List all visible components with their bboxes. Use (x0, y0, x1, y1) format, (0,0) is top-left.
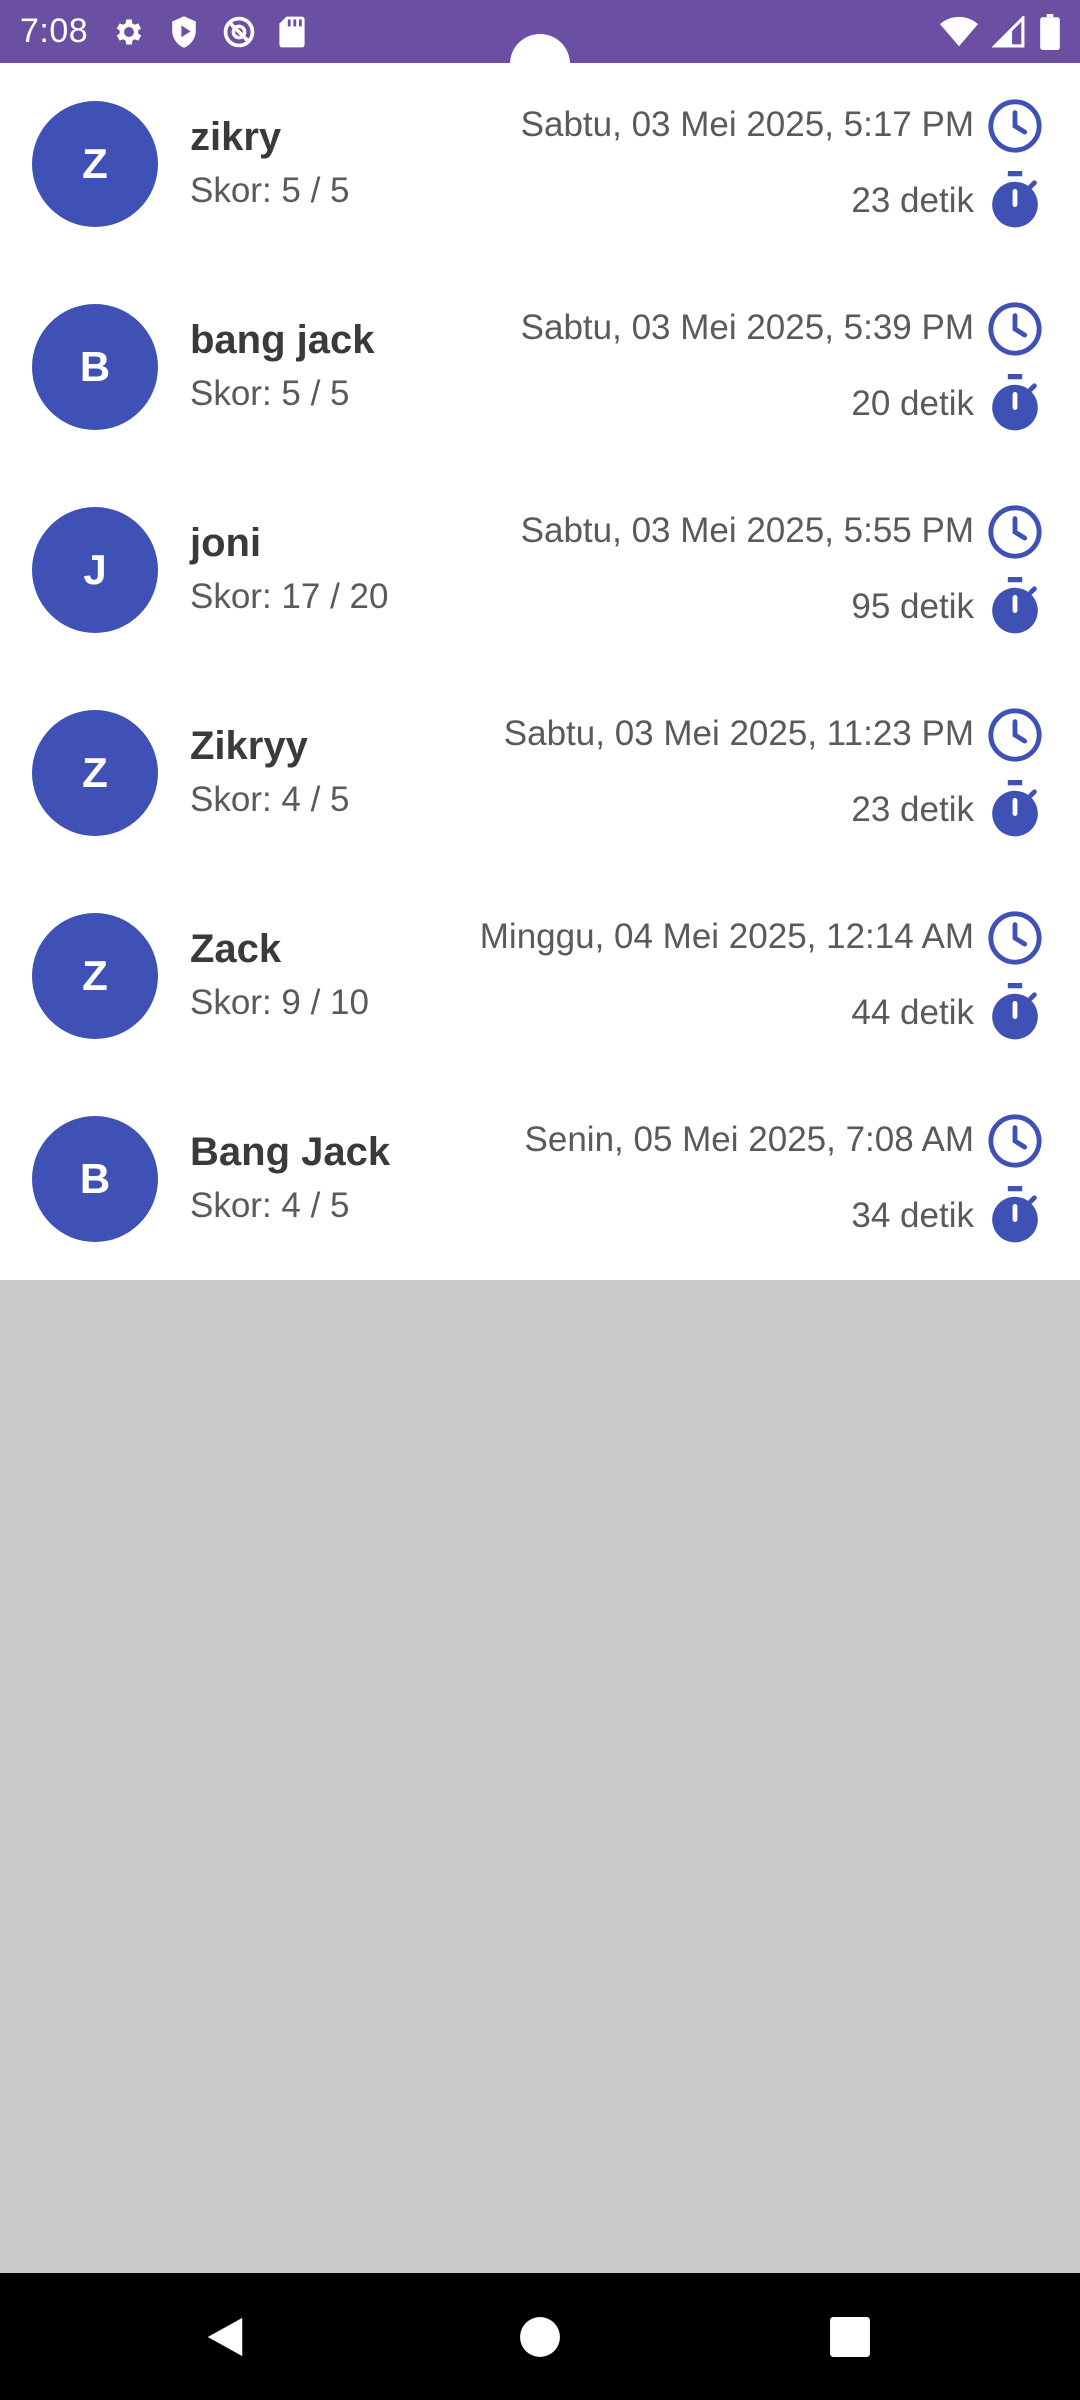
item-duration: 95 detik (851, 587, 974, 626)
item-duration: 44 detik (851, 993, 974, 1032)
home-icon (520, 2316, 560, 2357)
status-icons-left (112, 15, 306, 49)
recents-icon (830, 2316, 870, 2357)
status-icons-right (940, 13, 1060, 50)
user-score: Skor: 4 / 5 (190, 780, 350, 819)
avatar: Z (32, 913, 158, 1039)
user-name: joni (190, 521, 262, 565)
status-time: 7:08 (20, 12, 89, 50)
user-name: bang jack (190, 318, 375, 362)
stopwatch-icon (992, 1186, 1038, 1243)
avatar: J (32, 507, 158, 633)
avatar: B (32, 1116, 158, 1242)
clock-icon (988, 505, 1042, 559)
list-item[interactable]: Z zikry Skor: 5 / 5 Sabtu, 03 Mei 2025, … (0, 63, 1080, 266)
blocked-circle-icon (222, 15, 256, 49)
cell-signal-icon (992, 15, 1026, 48)
avatar: Z (32, 101, 158, 227)
history-list[interactable]: Z zikry Skor: 5 / 5 Sabtu, 03 Mei 2025, … (0, 63, 1080, 1280)
clock-icon (988, 708, 1042, 762)
item-date: Sabtu, 03 Mei 2025, 11:23 PM (503, 714, 974, 753)
user-score: Skor: 9 / 10 (190, 983, 369, 1022)
user-name: Bang Jack (190, 1130, 391, 1174)
item-date: Sabtu, 03 Mei 2025, 5:17 PM (520, 105, 974, 144)
item-date: Sabtu, 03 Mei 2025, 5:39 PM (520, 308, 974, 347)
stopwatch-icon (992, 577, 1038, 634)
user-name: Zack (190, 927, 282, 971)
item-date: Senin, 05 Mei 2025, 7:08 AM (524, 1120, 974, 1159)
back-button[interactable] (155, 2273, 295, 2400)
list-item[interactable]: Z Zikryy Skor: 4 / 5 Sabtu, 03 Mei 2025,… (0, 672, 1080, 875)
user-name: zikry (190, 115, 282, 159)
gear-icon (112, 15, 146, 49)
user-score: Skor: 4 / 5 (190, 1186, 350, 1225)
list-item[interactable]: B bang jack Skor: 5 / 5 Sabtu, 03 Mei 20… (0, 266, 1080, 469)
clock-icon (988, 99, 1042, 153)
stopwatch-icon (992, 171, 1038, 228)
list-item[interactable]: B Bang Jack Skor: 4 / 5 Senin, 05 Mei 20… (0, 1078, 1080, 1281)
item-duration: 23 detik (851, 790, 974, 829)
avatar: B (32, 304, 158, 430)
item-date: Sabtu, 03 Mei 2025, 5:55 PM (520, 511, 974, 550)
item-duration: 23 detik (851, 181, 974, 220)
shield-play-icon (168, 15, 200, 49)
sd-card-icon (278, 15, 306, 49)
wifi-icon (940, 16, 978, 48)
list-item[interactable]: Z Zack Skor: 9 / 10 Minggu, 04 Mei 2025,… (0, 875, 1080, 1078)
home-button[interactable] (470, 2273, 610, 2400)
stopwatch-icon (992, 780, 1038, 837)
clock-icon (988, 911, 1042, 965)
clock-icon (988, 1114, 1042, 1168)
user-score: Skor: 5 / 5 (190, 171, 350, 210)
screen: 7:08 Z zikry Skor: 5 / 5 Sabtu, 03 Mei 2… (0, 0, 1080, 2400)
avatar: Z (32, 710, 158, 836)
user-score: Skor: 5 / 5 (190, 374, 350, 413)
battery-icon (1040, 13, 1060, 50)
recents-button[interactable] (780, 2273, 920, 2400)
list-item[interactable]: J joni Skor: 17 / 20 Sabtu, 03 Mei 2025,… (0, 469, 1080, 672)
item-duration: 34 detik (851, 1196, 974, 1235)
back-icon (207, 2317, 243, 2356)
item-duration: 20 detik (851, 384, 974, 423)
stopwatch-icon (992, 983, 1038, 1040)
item-date: Minggu, 04 Mei 2025, 12:14 AM (479, 917, 974, 956)
stopwatch-icon (992, 374, 1038, 431)
clock-icon (988, 302, 1042, 356)
user-name: Zikryy (190, 724, 308, 768)
user-score: Skor: 17 / 20 (190, 577, 389, 616)
navigation-bar (0, 2273, 1080, 2400)
